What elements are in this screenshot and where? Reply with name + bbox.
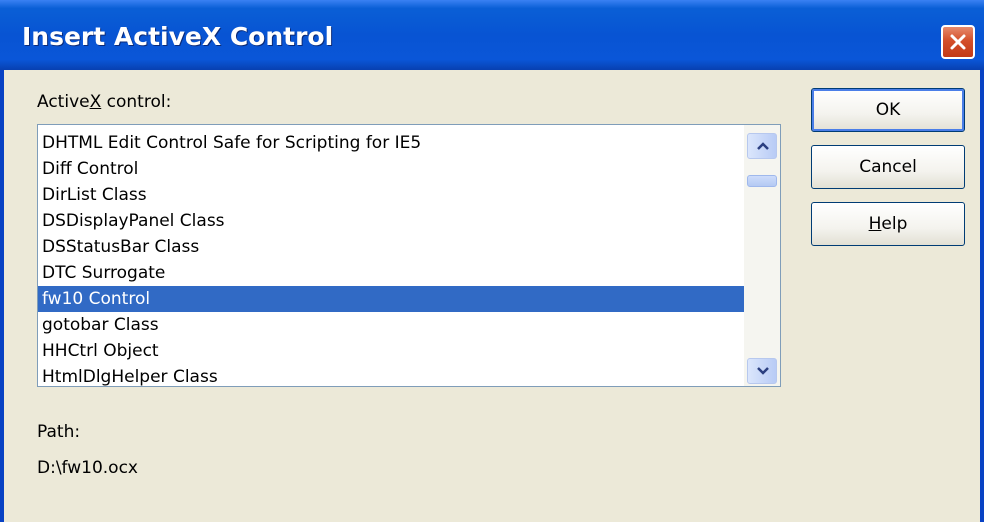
list-item[interactable]: DSStatusBar Class xyxy=(38,234,744,260)
list-item[interactable]: HtmlDlgHelper Class xyxy=(38,364,744,390)
list-item[interactable]: Diff Control xyxy=(38,156,744,182)
scroll-down-button[interactable] xyxy=(747,358,777,384)
activex-control-list[interactable]: DHTML Edit Control Safe for Scripting fo… xyxy=(37,124,781,387)
title-bar[interactable]: Insert ActiveX Control xyxy=(0,0,984,70)
vertical-scrollbar[interactable] xyxy=(744,125,780,386)
cancel-button[interactable]: Cancel xyxy=(811,145,965,189)
window-frame-right xyxy=(980,70,984,522)
activex-control-label: ActiveX control: xyxy=(37,92,172,112)
path-label: Path: xyxy=(37,422,81,442)
list-item[interactable]: gotobar Class xyxy=(38,312,744,338)
scroll-thumb[interactable] xyxy=(747,175,777,187)
ok-button[interactable]: OK xyxy=(811,88,965,132)
list-item[interactable]: HHCtrl Object xyxy=(38,338,744,364)
list-item[interactable]: DTC Surrogate xyxy=(38,260,744,286)
close-button[interactable] xyxy=(941,25,975,59)
list-item[interactable]: DSDisplayPanel Class xyxy=(38,208,744,234)
scroll-up-button[interactable] xyxy=(747,133,777,159)
chevron-up-icon xyxy=(757,142,769,150)
list-item[interactable]: DHTML Edit Control Safe for Scripting fo… xyxy=(38,130,744,156)
insert-activex-dialog: Insert ActiveX Control ActiveX control: … xyxy=(0,0,984,522)
help-button[interactable]: Help xyxy=(811,202,965,246)
window-title: Insert ActiveX Control xyxy=(22,22,334,51)
list-item[interactable]: fw10 Control xyxy=(38,286,744,312)
chevron-down-icon xyxy=(757,367,769,375)
close-icon xyxy=(950,34,966,50)
window-frame-left xyxy=(0,70,4,522)
list-items: DHTML Edit Control Safe for Scripting fo… xyxy=(38,130,744,390)
path-value: D:\fw10.ocx xyxy=(37,458,138,478)
list-item[interactable]: DirList Class xyxy=(38,182,744,208)
